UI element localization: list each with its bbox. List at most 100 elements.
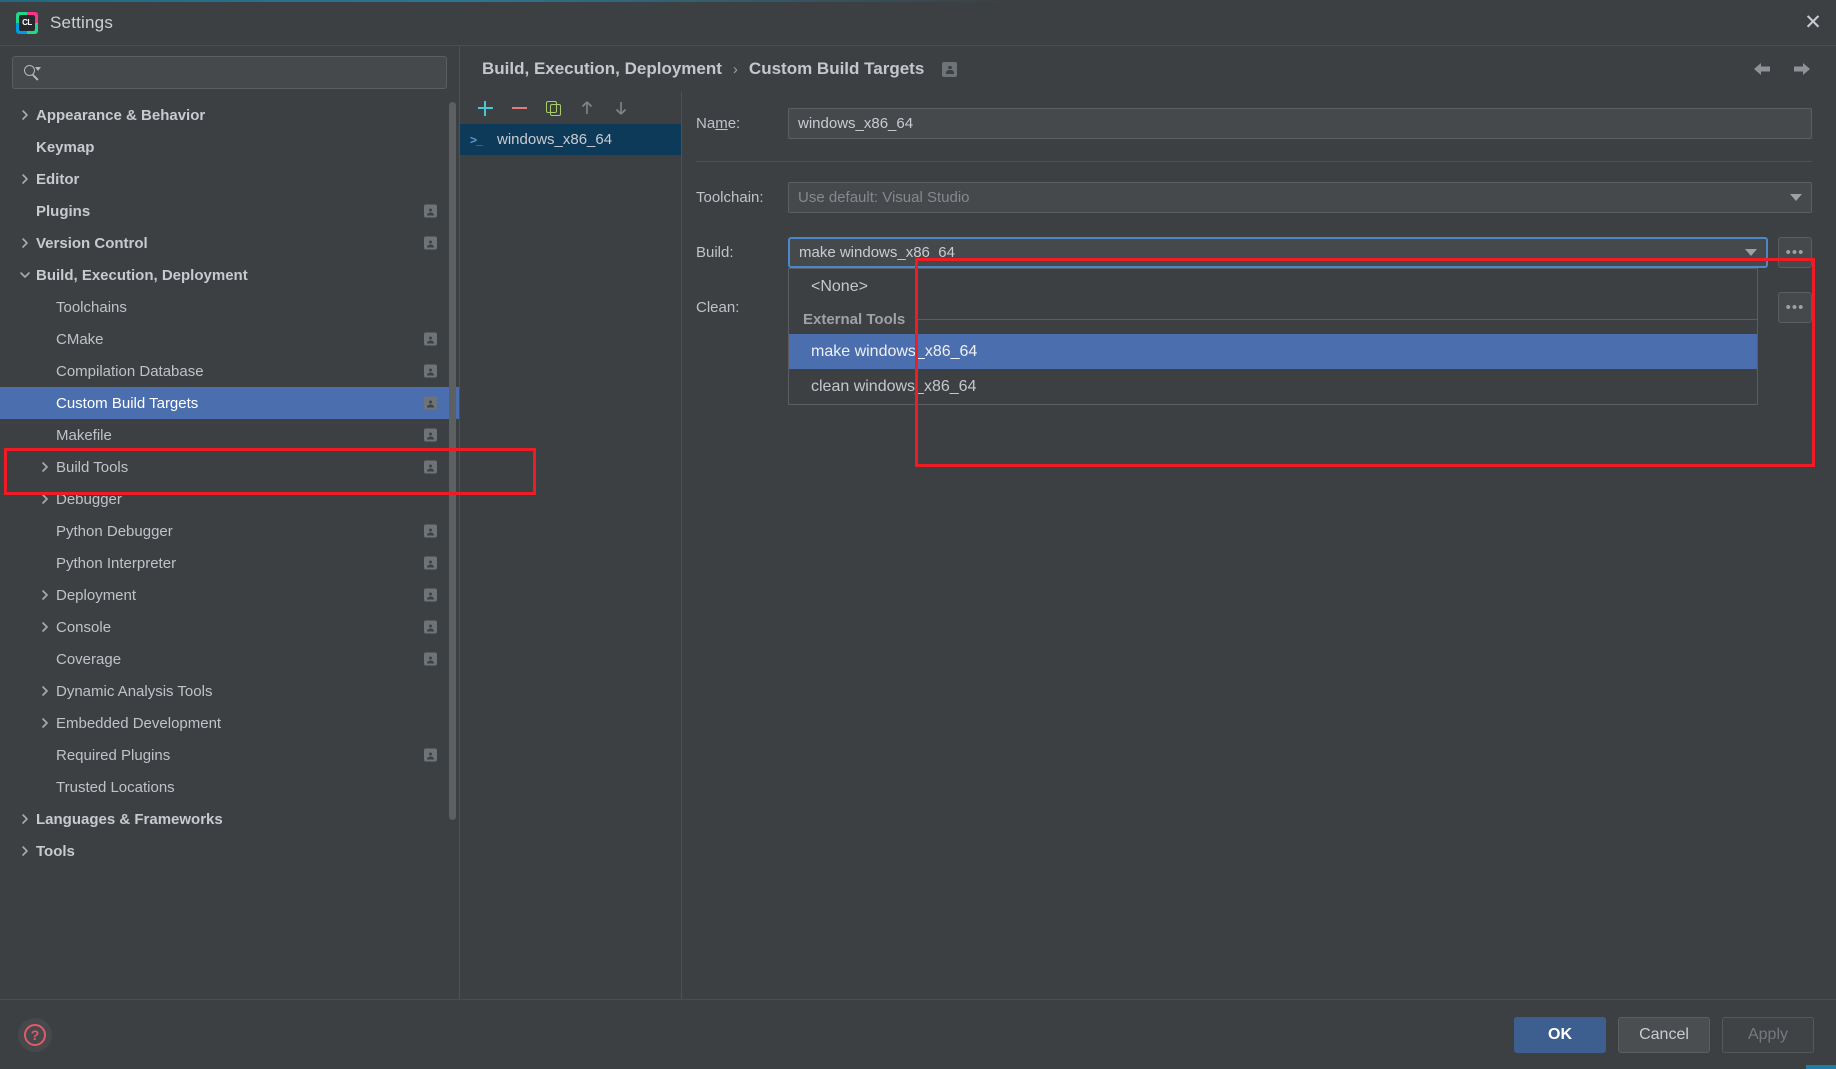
chevron-right-icon[interactable]: [14, 813, 36, 825]
sidebar-item-label: Python Interpreter: [56, 554, 177, 572]
settings-sidebar: Appearance & Behavior Keymap Editor Plugins…: [0, 46, 460, 999]
sidebar-item-plugins[interactable]: Plugins: [0, 195, 459, 227]
project-scope-icon: [424, 620, 437, 634]
dialog-body: Appearance & Behavior Keymap Editor Plugins…: [0, 46, 1836, 999]
search-input[interactable]: [41, 64, 446, 81]
chevron-right-icon[interactable]: [14, 109, 36, 121]
project-scope-icon: [424, 428, 437, 442]
sidebar-item-editor[interactable]: Editor: [0, 163, 459, 195]
ok-button[interactable]: OK: [1514, 1016, 1606, 1053]
sidebar-item-label: CMake: [56, 330, 104, 348]
sidebar-item-languages-frameworks[interactable]: Languages & Frameworks: [0, 803, 459, 835]
help-question-icon[interactable]: ?: [18, 1017, 52, 1052]
sidebar-item-label: Console: [56, 618, 112, 636]
sidebar-item-trusted-locations[interactable]: Trusted Locations: [0, 771, 459, 803]
chevron-right-icon[interactable]: [14, 173, 36, 185]
project-scope-icon: [424, 588, 437, 602]
build-label: Build:: [696, 244, 734, 261]
clean-browse-button[interactable]: •••: [1778, 292, 1812, 323]
chevron-right-icon[interactable]: [14, 845, 36, 857]
apply-button[interactable]: Apply: [1722, 1016, 1814, 1053]
cancel-button[interactable]: Cancel: [1618, 1016, 1710, 1053]
name-input[interactable]: [788, 108, 1812, 139]
arrow-right-icon[interactable]: [1790, 59, 1814, 79]
remove-target-button[interactable]: [502, 94, 536, 122]
sidebar-item-embedded-development[interactable]: Embedded Development: [0, 707, 459, 739]
sidebar-item-cmake[interactable]: CMake: [0, 323, 459, 355]
sidebar-item-version-control[interactable]: Version Control: [0, 227, 459, 259]
copy-target-button[interactable]: [536, 94, 570, 122]
name-label-mnemonic: m: [715, 115, 728, 132]
chevron-right-icon[interactable]: [34, 589, 56, 601]
chevron-down-icon[interactable]: [14, 269, 36, 281]
chevron-down-icon[interactable]: [1736, 239, 1766, 266]
project-scope-icon: [424, 204, 437, 218]
search-container: [0, 46, 459, 97]
dropdown-option[interactable]: <None>: [789, 269, 1757, 304]
sidebar-item-appearance-behavior[interactable]: Appearance & Behavior: [0, 99, 459, 131]
project-scope-icon: [942, 61, 958, 77]
sidebar-item-toolchains[interactable]: Toolchains: [0, 291, 459, 323]
sidebar-item-coverage[interactable]: Coverage: [0, 643, 459, 675]
sidebar-item-tools[interactable]: Tools: [0, 835, 459, 867]
sidebar-item-keymap[interactable]: Keymap: [0, 131, 459, 163]
sidebar-item-python-debugger[interactable]: Python Debugger: [0, 515, 459, 547]
dropdown-option[interactable]: clean windows_x86_64: [789, 369, 1757, 404]
chevron-right-icon[interactable]: [34, 685, 56, 697]
add-target-button[interactable]: [468, 94, 502, 122]
chevron-right-icon[interactable]: [34, 461, 56, 473]
sidebar-item-dynamic-analysis-tools[interactable]: Dynamic Analysis Tools: [0, 675, 459, 707]
custom-build-targets-list-panel: >_ windows_x86_64: [460, 92, 682, 999]
sidebar-item-label: Trusted Locations: [56, 778, 175, 796]
sidebar-item-label: Plugins: [36, 202, 91, 220]
form-divider: [696, 161, 1812, 162]
project-scope-icon: [424, 652, 437, 666]
toolchain-combo[interactable]: Use default: Visual Studio: [788, 182, 1812, 213]
dropdown-group-header: External Tools: [789, 304, 1757, 334]
sidebar-item-deployment[interactable]: Deployment: [0, 579, 459, 611]
dropdown-option[interactable]: make windows_x86_64: [789, 334, 1757, 369]
clion-logo-icon: CL: [16, 11, 38, 34]
project-scope-icon: [424, 396, 437, 410]
search-box[interactable]: [12, 56, 447, 89]
sidebar-item-required-plugins[interactable]: Required Plugins: [0, 739, 459, 771]
dropdown-group-rule: [915, 318, 1757, 320]
sidebar-item-build-execution-deployment[interactable]: Build, Execution, Deployment: [0, 259, 459, 291]
chevron-down-icon[interactable]: [1781, 183, 1811, 212]
sidebar-item-label: Version Control: [36, 234, 148, 252]
project-scope-icon: [424, 460, 437, 474]
arrow-left-icon[interactable]: [1750, 59, 1774, 79]
toolchain-row: Toolchain: Use default: Visual Studio: [696, 182, 1812, 213]
chevron-right-icon[interactable]: [34, 493, 56, 505]
chevron-right-icon[interactable]: [14, 237, 36, 249]
sidebar-item-label: Makefile: [56, 426, 112, 444]
sidebar-item-python-interpreter[interactable]: Python Interpreter: [0, 547, 459, 579]
toolchain-label: Toolchain:: [696, 189, 764, 206]
close-icon[interactable]: ✕: [1790, 0, 1836, 45]
build-browse-button[interactable]: •••: [1778, 237, 1812, 268]
sidebar-item-custom-build-targets[interactable]: Custom Build Targets: [0, 387, 459, 419]
sidebar-item-build-tools[interactable]: Build Tools: [0, 451, 459, 483]
sidebar-item-compilation-database[interactable]: Compilation Database: [0, 355, 459, 387]
sidebar-item-label: Languages & Frameworks: [36, 810, 223, 828]
chevron-right-icon[interactable]: [34, 717, 56, 729]
project-scope-icon: [424, 332, 437, 346]
breadcrumb-parent[interactable]: Build, Execution, Deployment: [482, 59, 722, 79]
toolchain-value: Use default: Visual Studio: [798, 189, 970, 206]
breadcrumb-separator: ›: [732, 60, 738, 78]
clean-label: Clean:: [696, 299, 740, 316]
target-list-item-label: windows_x86_64: [497, 131, 613, 148]
sidebar-item-makefile[interactable]: Makefile: [0, 419, 459, 451]
dropdown-group-label: External Tools: [803, 310, 906, 328]
build-clean-area: Build: make windows_x86_64 ••• Clean: ••…: [696, 237, 1812, 405]
sidebar-item-console[interactable]: Console: [0, 611, 459, 643]
target-list-item[interactable]: >_ windows_x86_64: [460, 124, 681, 155]
chevron-right-icon[interactable]: [34, 621, 56, 633]
sidebar-scrollbar-thumb[interactable]: [449, 102, 456, 820]
move-up-button[interactable]: [570, 94, 604, 122]
project-scope-icon: [424, 236, 437, 250]
move-down-button[interactable]: [604, 94, 638, 122]
build-combo[interactable]: make windows_x86_64: [788, 237, 1768, 268]
sidebar-item-debugger[interactable]: Debugger: [0, 483, 459, 515]
sidebar-scrollbar[interactable]: [449, 102, 456, 997]
